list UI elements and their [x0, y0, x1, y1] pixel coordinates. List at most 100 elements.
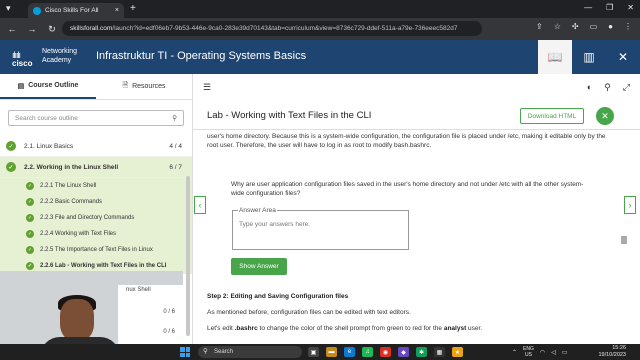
minimize-icon[interactable]: —: [584, 3, 592, 12]
tab-search-icon[interactable]: ▾: [6, 3, 11, 14]
search-icon[interactable]: ⚲: [172, 114, 177, 122]
tray-arrow-icon[interactable]: ⌃: [512, 349, 517, 356]
collapse-menu-icon[interactable]: ☰: [203, 82, 211, 93]
close-icon: ✕: [617, 50, 629, 64]
expand-icon[interactable]: ⤢: [623, 82, 630, 93]
answer-area[interactable]: Answer Area Type your answers here.: [232, 207, 409, 250]
outline-subitem[interactable]: ✓ 2.2.2 Basic Commands: [0, 194, 192, 210]
app-icon[interactable]: ★: [452, 347, 463, 357]
tab-label: Resources: [132, 83, 166, 90]
task-view-icon[interactable]: ▣: [308, 347, 319, 357]
tab-course-outline[interactable]: ▤ Course Outline: [0, 74, 96, 99]
outline-subitem[interactable]: ✓ 2.2.1 The Linux Shell: [0, 178, 192, 194]
outline-subitem[interactable]: ✓ 2.2.3 File and Directory Commands: [0, 210, 192, 226]
back-icon[interactable]: ←: [4, 24, 20, 34]
taskbar-search[interactable]: ⚲ Search: [198, 346, 302, 358]
app-icon[interactable]: ▦: [434, 347, 445, 357]
lab-content-panel: ☰ ◐ ⚲ ⤢ Lab - Working with Text Files in…: [193, 74, 640, 344]
forward-icon[interactable]: →: [24, 24, 40, 34]
system-tray: ⌃ ENG US ◠ ◁ ▭: [512, 346, 567, 358]
share-icon[interactable]: ⇪: [536, 22, 543, 31]
hidden-count: 0 / 6: [163, 329, 175, 335]
url-host: skillsforall.com: [70, 25, 113, 32]
previous-page-button[interactable]: ‹: [194, 196, 206, 214]
module-2-2[interactable]: ✓ 2.2. Working in the Linux Shell 6 / 7: [0, 157, 192, 178]
browser-menu-icon[interactable]: ⋮: [624, 22, 632, 31]
wifi-icon[interactable]: ◠: [540, 349, 545, 356]
extensions-icon[interactable]: ✣: [572, 22, 579, 31]
window-close-icon[interactable]: ✕: [627, 3, 634, 12]
subitem-label: 2.2.6 Lab - Working with Text Files in t…: [40, 263, 167, 269]
url-field[interactable]: skillsforall.com/launch?id=edf06eb7-9b53…: [62, 21, 482, 36]
dark-mode-icon[interactable]: ◐: [587, 82, 592, 93]
close-course-button[interactable]: ✕: [606, 40, 640, 74]
content-scrollbar[interactable]: [621, 236, 627, 244]
search-icon: ⚲: [203, 348, 208, 355]
bookmark-star-icon[interactable]: ☆: [554, 22, 561, 31]
toolbar-right: ◐ ⚲ ⤢: [587, 82, 630, 93]
tab-label: Course Outline: [28, 82, 79, 89]
outline-search-input[interactable]: Search course outline ⚲: [8, 110, 184, 126]
chevron-right-icon: ›: [628, 200, 632, 210]
volume-icon[interactable]: ◁: [551, 349, 556, 356]
show-answer-button[interactable]: Show Answer: [231, 258, 287, 275]
search-icon[interactable]: ⚲: [604, 82, 611, 93]
address-bar-icons: ⇪ ☆ ✣ ▭ ● ⋮: [536, 22, 632, 31]
module-label: 2.1. Linux Basics: [24, 142, 74, 150]
app-icon[interactable]: ✱: [416, 347, 427, 357]
subitem-label: 2.2.4 Working with Text Files: [40, 231, 117, 237]
outline-subitem[interactable]: ✓ 2.2.4 Working with Text Files: [0, 226, 192, 242]
next-page-button[interactable]: ›: [624, 196, 636, 214]
windows-start-icon[interactable]: [180, 347, 190, 357]
tab-title: Cisco Skills For All: [45, 7, 99, 14]
app-icon[interactable]: ◆: [398, 347, 409, 357]
lab-title: Lab - Working with Text Files in the CLI: [207, 110, 372, 121]
clock[interactable]: 15:26 19/10/2023: [598, 345, 626, 359]
spotify-icon[interactable]: ♫: [362, 347, 373, 357]
sidepanel-icon[interactable]: ▭: [590, 22, 598, 31]
download-html-button[interactable]: Download HTML: [520, 108, 584, 124]
battery-icon[interactable]: ▭: [562, 349, 568, 356]
module-count: 6 / 7: [169, 163, 182, 171]
logo-text-bottom: Academy: [42, 57, 72, 64]
tab-close-icon[interactable]: ×: [115, 7, 119, 14]
tab-resources[interactable]: 🗎 Resources: [96, 74, 192, 99]
logo-text-top: Networking: [42, 48, 78, 55]
document-icon: 🗎: [122, 82, 129, 89]
file-explorer-icon[interactable]: ▬: [326, 347, 337, 357]
course-book-button[interactable]: 📖: [538, 40, 572, 74]
check-icon: ✓: [26, 182, 34, 190]
module-2-1[interactable]: ✓ 2.1. Linux Basics 4 / 4: [0, 136, 192, 157]
sidebar-scrollbar[interactable]: [186, 176, 190, 336]
url-path: /launch?id=edf06eb7-9b53-446e-9ca0-283e3…: [112, 25, 458, 32]
new-tab-button[interactable]: +: [130, 3, 136, 14]
answer-legend: Answer Area: [238, 207, 277, 215]
question-text: Why are user application configuration f…: [231, 181, 584, 197]
module-count: 4 / 4: [169, 142, 182, 150]
text: user.: [466, 325, 483, 332]
lang-line: US: [524, 352, 532, 358]
person-face: [60, 299, 94, 341]
user-analyst: analyst: [443, 325, 467, 332]
check-icon: ✓: [26, 230, 34, 238]
check-icon: ✓: [26, 214, 34, 222]
hidden-count: 0 / 6: [163, 309, 175, 315]
subitem-label: 2.2.1 The Linux Shell: [40, 183, 97, 189]
close-icon: ✕: [601, 110, 609, 121]
progress-button[interactable]: ▥: [572, 40, 606, 74]
maximize-icon[interactable]: ❐: [606, 3, 613, 12]
edge-icon[interactable]: e: [344, 347, 355, 357]
cisco-favicon-icon: [33, 6, 41, 15]
chrome-icon[interactable]: ◉: [380, 347, 391, 357]
language-indicator[interactable]: ENG US: [523, 346, 534, 358]
reload-icon[interactable]: ↻: [44, 24, 60, 35]
date: 19/10/2023: [598, 352, 626, 358]
profile-icon[interactable]: ●: [608, 22, 613, 31]
outline-icon: ▤: [17, 82, 25, 90]
address-bar-row: ← → ↻ skillsforall.com/launch?id=edf06eb…: [0, 18, 640, 40]
close-lab-button[interactable]: ✕: [596, 107, 614, 125]
outline-subitem[interactable]: ✓ 2.2.5 The Importance of Text Files in L…: [0, 242, 192, 258]
text: Let's edit: [207, 325, 235, 332]
taskbar-apps: ▣ ▬ e ♫ ◉ ◆ ✱ ▦ ★: [308, 347, 463, 357]
browser-tab[interactable]: Cisco Skills For All ×: [28, 3, 124, 18]
